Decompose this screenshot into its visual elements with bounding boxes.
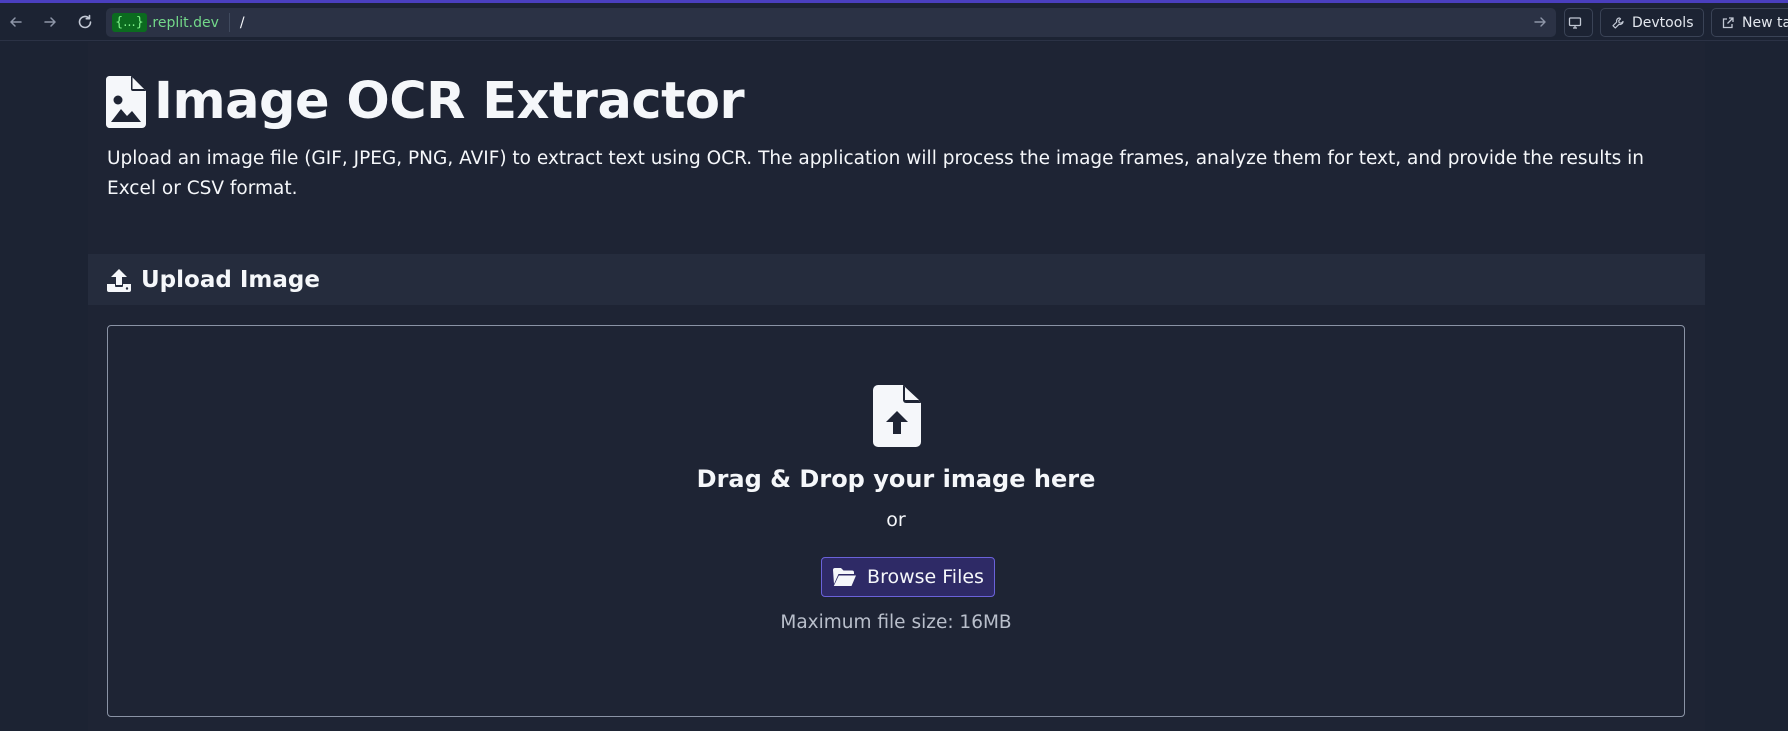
folder-open-icon (833, 568, 857, 586)
url-badge: {...} (112, 13, 147, 32)
back-arrow-icon[interactable] (3, 9, 29, 35)
drop-zone-title: Drag & Drop your image here (696, 465, 1096, 493)
url-path: / (239, 14, 245, 31)
upload-card-header: Upload Image (88, 254, 1705, 305)
url-domain: .replit.dev (147, 14, 219, 31)
title-row: Image OCR Extractor (106, 72, 745, 132)
upload-card-title: Upload Image (141, 266, 320, 293)
monitor-icon (1568, 16, 1582, 30)
new-tab-button[interactable]: New ta (1711, 8, 1788, 37)
content-container: Image OCR Extractor Upload an image file… (88, 42, 1705, 731)
devtools-label: Devtools (1632, 14, 1694, 31)
file-image-icon (106, 76, 146, 128)
browse-files-label: Browse Files (867, 566, 984, 588)
page: Image OCR Extractor Upload an image file… (0, 42, 1788, 731)
browser-toolbar: {...} .replit.dev / Devtools New ta (0, 3, 1788, 41)
file-upload-icon (873, 385, 921, 447)
drop-zone[interactable]: Drag & Drop your image here or Browse Fi… (107, 325, 1685, 717)
wrench-icon (1611, 16, 1625, 30)
page-title: Image OCR Extractor (154, 72, 745, 131)
devtools-button[interactable]: Devtools (1600, 8, 1704, 37)
forward-arrow-icon[interactable] (37, 9, 63, 35)
reload-icon[interactable] (72, 9, 98, 35)
external-link-icon (1721, 16, 1735, 30)
go-arrow-icon[interactable] (1530, 12, 1550, 32)
new-tab-label: New ta (1742, 14, 1788, 31)
upload-icon (107, 268, 131, 292)
max-file-size: Maximum file size: 16MB (780, 612, 1012, 633)
screen-button[interactable] (1564, 8, 1593, 37)
url-bar[interactable]: {...} .replit.dev / (106, 8, 1556, 37)
browse-files-button[interactable]: Browse Files (821, 557, 995, 597)
drop-zone-or: or (886, 509, 906, 531)
url-host: {...} .replit.dev (112, 13, 230, 32)
page-description: Upload an image file (GIF, JPEG, PNG, AV… (107, 148, 1645, 199)
